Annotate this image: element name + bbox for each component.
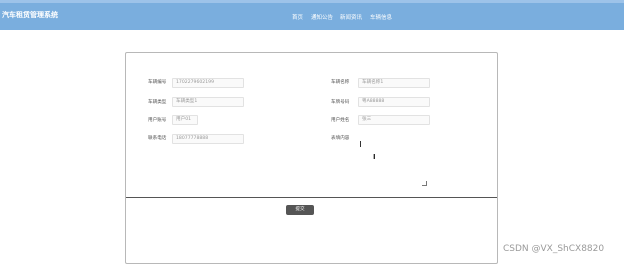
phone-field[interactable]: 18077778888	[172, 134, 244, 144]
site-title: 汽车租赁管理系统	[2, 11, 58, 19]
user-name-field[interactable]: 张三	[358, 115, 430, 125]
vehicle-type-label: 车辆类型	[148, 100, 167, 105]
user-name-label: 用户姓名	[331, 118, 350, 123]
submit-button[interactable]: 提交	[286, 205, 314, 215]
content-textarea[interactable]	[331, 135, 427, 187]
top-nav-bar: 汽车租赁管理系统 首页 通知公告 新闻资讯 车辆信息	[0, 0, 624, 30]
phone-label: 联系电话	[148, 136, 167, 141]
watermark: CSDN @VX_ShCX8820	[503, 244, 605, 254]
vehicle-name-field[interactable]: 车辆名称1	[358, 78, 430, 88]
nav-notices[interactable]: 通知公告	[311, 13, 333, 21]
resize-handle-icon[interactable]	[422, 181, 427, 186]
nav-vehicles[interactable]: 车辆信息	[370, 13, 392, 21]
nav-news[interactable]: 新闻资讯	[340, 13, 362, 21]
form-divider	[126, 197, 497, 198]
rental-form-panel: 车辆编号 1702279602199 车辆名称 车辆名称1 车辆类型 车辆类型1…	[125, 52, 498, 264]
vehicle-number-field[interactable]: 1702279602199	[172, 78, 244, 88]
vehicle-name-label: 车辆名称	[331, 80, 350, 85]
nav-home[interactable]: 首页	[292, 13, 303, 21]
vehicle-type-field[interactable]: 车辆类型1	[172, 97, 244, 107]
plate-number-field[interactable]: 粤A88888	[358, 97, 430, 107]
text-caret	[360, 141, 361, 147]
user-account-field[interactable]: 用户01	[172, 115, 198, 125]
ibeam-cursor-icon: I	[373, 153, 376, 161]
vehicle-number-label: 车辆编号	[148, 80, 167, 85]
user-account-label: 用户账号	[148, 118, 167, 123]
plate-number-label: 车牌号码	[331, 100, 350, 105]
